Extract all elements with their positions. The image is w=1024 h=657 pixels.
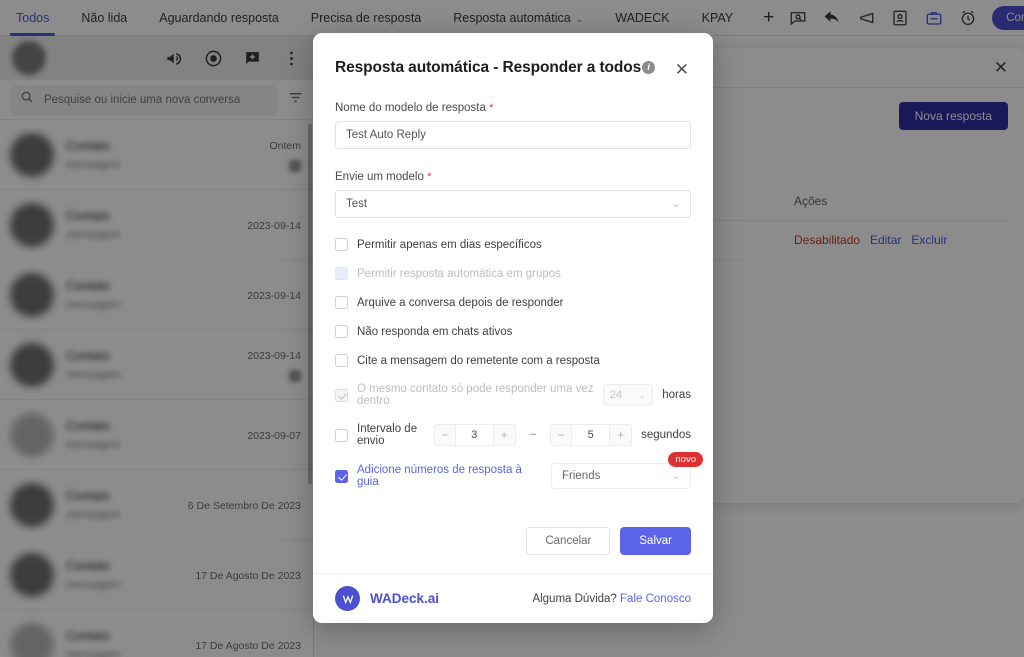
decrement-button[interactable]: − [433, 424, 456, 446]
footer-question: Alguma Dúvida? [532, 592, 617, 605]
option-checkbox[interactable] [335, 238, 348, 251]
footer-help: Alguma Dúvida? Fale Conosco [532, 593, 691, 605]
required-mark: * [489, 102, 494, 114]
option-label: Não responda em chats ativos [357, 325, 513, 338]
required-mark: * [427, 171, 432, 183]
save-button[interactable]: Salvar [620, 527, 691, 555]
interval-unit: segundos [641, 429, 691, 441]
decrement-button[interactable]: − [550, 424, 573, 446]
option-checkbox [335, 267, 348, 280]
option-row: Permitir apenas em dias específicos [335, 238, 691, 251]
add-tag-label: Adicione números de resposta à guia [357, 464, 522, 488]
interval-from-input[interactable] [455, 424, 494, 446]
option-row: Permitir resposta automática em grupos [335, 267, 691, 280]
send-interval-checkbox[interactable] [335, 428, 348, 442]
modal-actions: Cancelar Salvar [335, 527, 691, 555]
increment-button[interactable]: + [610, 424, 633, 446]
chevron-down-icon: ⌄ [671, 198, 680, 210]
template-field-label-text: Envie um modelo [335, 171, 424, 183]
once-within-row: O mesmo contato só pode responder uma ve… [335, 383, 691, 407]
cancel-button[interactable]: Cancelar [526, 527, 611, 555]
reply-name-input[interactable] [335, 121, 691, 149]
tag-select-value: Friends [562, 470, 601, 482]
once-within-checkbox [335, 388, 348, 402]
add-tag-row: Adicione números de resposta à guia novo… [335, 452, 703, 489]
option-row: Arquive a conversa depois de responder [335, 296, 691, 309]
chevron-down-icon: ⌄ [671, 470, 680, 482]
interval-from-stepper: − + [433, 424, 516, 446]
option-checkbox-group: Permitir apenas em dias específicos Permi… [335, 238, 691, 367]
contact-us-link[interactable]: Fale Conosco [620, 593, 691, 605]
modal-footer: WADeck.ai Alguma Dúvida? Fale Conosco [313, 573, 713, 623]
template-select-value: Test [346, 198, 368, 210]
close-icon[interactable]: ✕ [665, 59, 691, 80]
send-interval-row: Intervalo de envio − + ~ − + segundos [335, 423, 691, 447]
once-within-hours-select: 24 ⌄ [602, 384, 654, 406]
wadeck-logo-icon [335, 586, 360, 611]
option-checkbox[interactable] [335, 325, 348, 338]
option-row: Não responda em chats ativos [335, 325, 691, 338]
interval-to-stepper: − + [550, 424, 633, 446]
option-label: Cite a mensagem do remetente com a respo… [357, 354, 600, 367]
tag-select[interactable]: Friends ⌄ [551, 463, 691, 489]
name-field-label: Nome do modelo de resposta * [335, 102, 691, 114]
interval-separator: ~ [529, 429, 537, 441]
name-field-label-text: Nome do modelo de resposta [335, 102, 486, 114]
option-checkbox[interactable] [335, 354, 348, 367]
option-checkbox[interactable] [335, 296, 348, 309]
once-within-hours-value: 24 [609, 389, 622, 401]
send-interval-label: Intervalo de envio [357, 423, 418, 447]
option-label: Arquive a conversa depois de responder [357, 296, 564, 309]
option-row: Cite a mensagem do remetente com a respo… [335, 354, 691, 367]
template-select[interactable]: Test ⌄ [335, 190, 691, 218]
auto-reply-modal: Resposta automática - Responder a todos i… [313, 33, 713, 623]
once-within-unit: horas [662, 389, 691, 401]
template-field-label: Envie um modelo * [335, 171, 691, 183]
modal-header: Resposta automática - Responder a todos i… [335, 59, 691, 80]
info-icon[interactable]: i [642, 60, 656, 74]
option-label: Permitir resposta automática em grupos [357, 267, 561, 280]
add-tag-checkbox[interactable] [335, 469, 348, 483]
app-root: ​ContatomensagemOntem​Contatomensagem202… [0, 0, 1024, 657]
once-within-label: O mesmo contato só pode responder uma ve… [357, 383, 594, 407]
modal-body: Resposta automática - Responder a todos i… [313, 33, 713, 573]
modal-title: Resposta automática - Responder a todos [335, 59, 642, 76]
new-badge: novo [668, 452, 703, 467]
wadeck-brand-name: WADeck.ai [370, 591, 440, 606]
interval-to-input[interactable] [572, 424, 611, 446]
increment-button[interactable]: + [493, 424, 516, 446]
option-label: Permitir apenas em dias específicos [357, 238, 542, 251]
chevron-down-icon: ⌄ [638, 389, 647, 400]
